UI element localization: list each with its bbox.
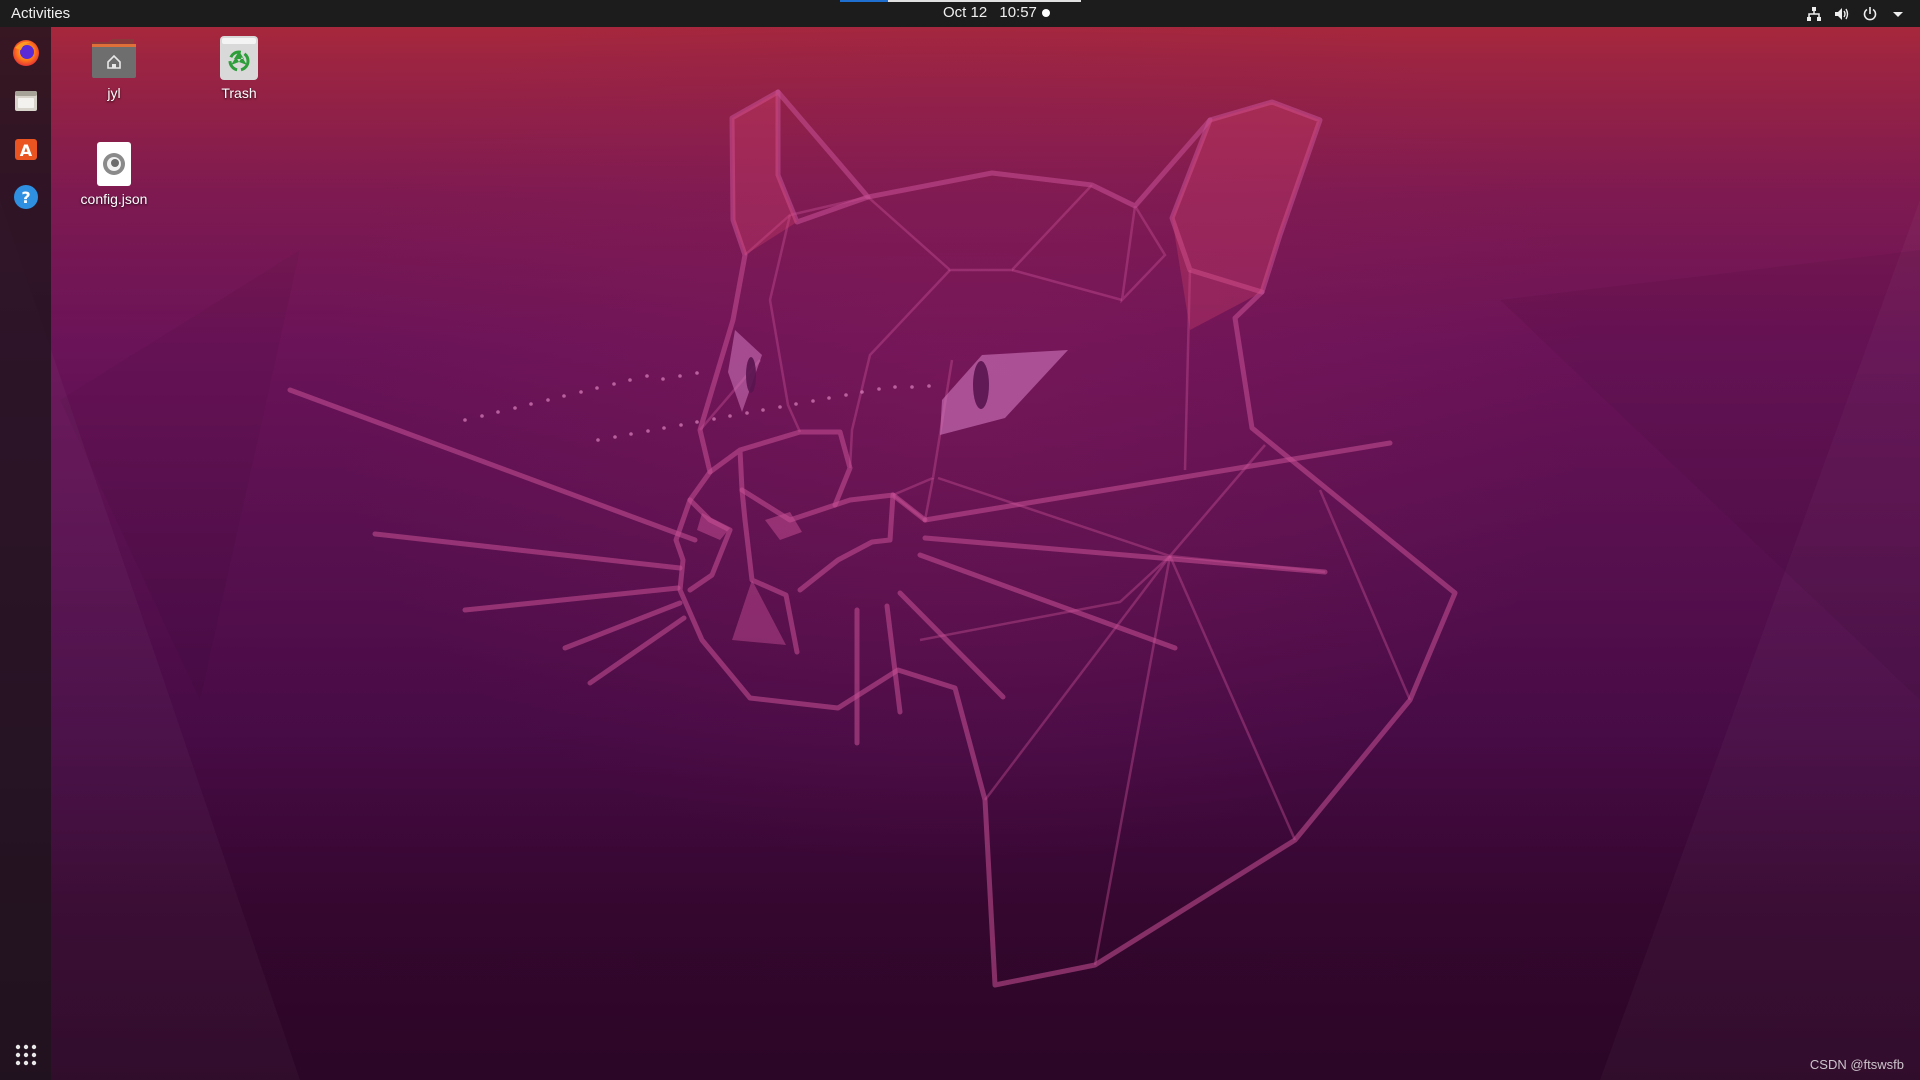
system-tray[interactable] <box>1806 0 1906 27</box>
clock-button[interactable]: Oct 12 10:57 <box>943 0 1037 27</box>
clock-time: 10:57 <box>999 4 1037 21</box>
software-icon[interactable]: A <box>10 133 42 165</box>
help-icon[interactable]: ? <box>10 181 42 213</box>
activities-button[interactable]: Activities <box>11 0 70 27</box>
files-icon[interactable] <box>10 85 42 117</box>
json-file-icon <box>90 140 138 188</box>
trash-icon <box>215 34 263 82</box>
desktop-icon-label: jyl <box>107 85 121 101</box>
firefox-icon[interactable] <box>10 37 42 69</box>
svg-text:?: ? <box>21 188 30 207</box>
desktop-icon-home[interactable]: jyl <box>64 34 164 102</box>
volume-icon[interactable] <box>1834 6 1850 22</box>
chevron-down-icon[interactable] <box>1890 6 1906 22</box>
power-icon[interactable] <box>1862 6 1878 22</box>
wallpaper-cat-artwork <box>60 89 1920 988</box>
dock: A ? <box>0 27 51 1080</box>
desktop-icon-label: Trash <box>221 85 257 101</box>
watermark-text: CSDN @ftswsfb <box>1809 1057 1904 1072</box>
clock-date: Oct 12 <box>943 4 988 21</box>
show-applications-button[interactable] <box>13 1042 39 1068</box>
svg-text:A: A <box>20 141 33 160</box>
notification-dot-icon <box>1042 9 1050 17</box>
desktop-icon-config-json[interactable]: config.json <box>64 140 164 208</box>
top-bar: Activities Oct 12 10:57 <box>0 0 1920 27</box>
home-folder-icon <box>90 34 138 82</box>
grid-icon <box>15 1044 37 1066</box>
desktop-icon-label: config.json <box>80 191 148 207</box>
desktop-wallpaper <box>0 0 1920 1080</box>
workspace-indicator-active <box>840 0 888 2</box>
network-icon[interactable] <box>1806 6 1822 22</box>
desktop-icon-trash[interactable]: Trash <box>189 34 289 102</box>
